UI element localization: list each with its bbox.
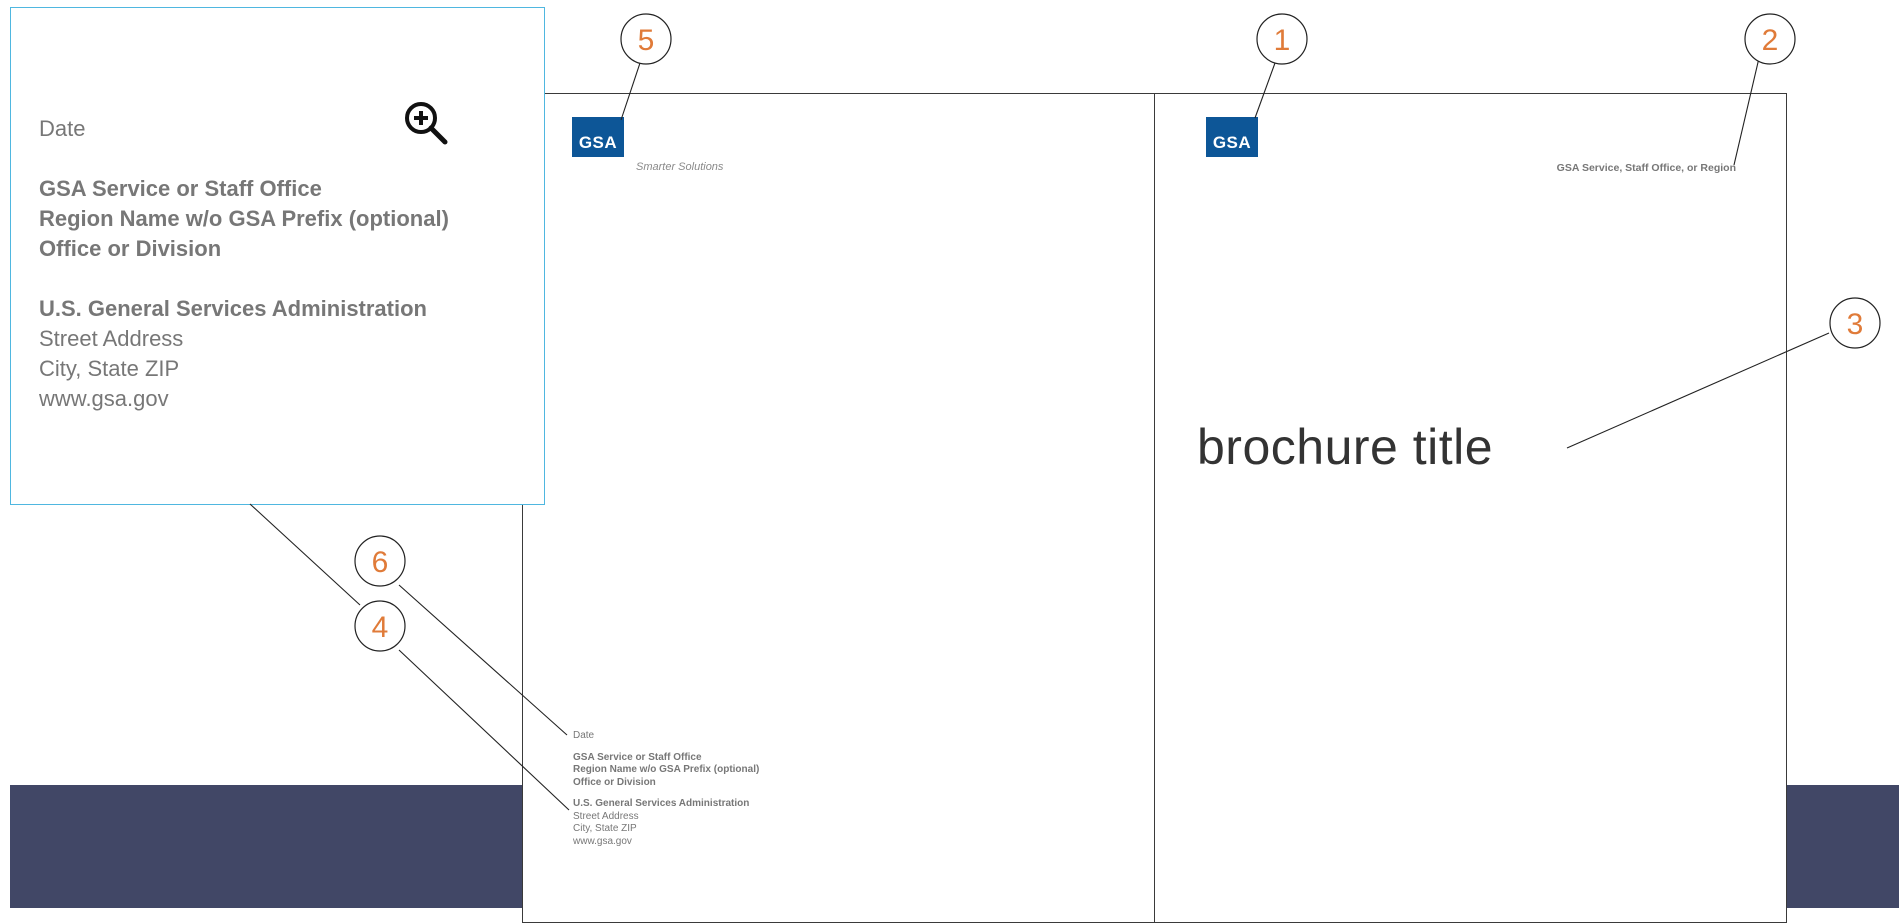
address-city: City, State ZIP bbox=[39, 356, 180, 381]
address-service: GSA Service or Staff Office bbox=[39, 176, 322, 201]
callout-4: 4 bbox=[354, 600, 406, 652]
address-office: Office or Division bbox=[573, 776, 656, 788]
address-date: Date bbox=[39, 116, 86, 141]
gsa-logo: GSA bbox=[572, 117, 624, 157]
address-street: Street Address bbox=[39, 326, 184, 351]
callout-5-number: 5 bbox=[638, 24, 655, 57]
service-label: GSA Service, Staff Office, or Region bbox=[1556, 162, 1736, 174]
address-date: Date bbox=[573, 730, 595, 741]
address-region: Region Name w/o GSA Prefix (optional) bbox=[573, 764, 760, 775]
zoomed-address-panel: Date GSA Service or Staff Office Region … bbox=[10, 7, 545, 505]
address-office: Office or Division bbox=[39, 236, 222, 261]
gsa-logo-text: GSA bbox=[578, 133, 618, 152]
address-block-small: Date GSA Service or Staff Office Region … bbox=[573, 730, 759, 848]
address-web: www.gsa.gov bbox=[573, 835, 632, 847]
callout-6: 6 bbox=[354, 535, 406, 587]
zoom-leader-line bbox=[249, 503, 361, 606]
address-region: Region Name w/o GSA Prefix (optional) bbox=[39, 206, 449, 231]
address-block-large: Date GSA Service or Staff Office Region … bbox=[39, 114, 449, 414]
address-street: Street Address bbox=[573, 810, 639, 822]
brochure-diagram: GSA Smarter Solutions Date GSA Service o… bbox=[0, 0, 1899, 923]
back-panel: GSA Smarter Solutions Date GSA Service o… bbox=[522, 93, 1155, 923]
address-agency: U.S. General Services Administration bbox=[39, 296, 427, 321]
address-agency: U.S. General Services Administration bbox=[573, 798, 750, 809]
address-web: www.gsa.gov bbox=[39, 386, 169, 411]
callout-4-number: 4 bbox=[372, 611, 389, 644]
callout-3-number: 3 bbox=[1847, 308, 1864, 341]
callout-5: 5 bbox=[620, 13, 672, 65]
callout-2: 2 bbox=[1744, 13, 1796, 65]
address-city: City, State ZIP bbox=[573, 823, 637, 834]
callout-2-number: 2 bbox=[1762, 24, 1779, 57]
brochure-title: brochure title bbox=[1197, 419, 1494, 475]
front-panel: GSA GSA Service, Staff Office, or Region… bbox=[1154, 93, 1787, 923]
gsa-logo: GSA bbox=[1206, 117, 1258, 157]
callout-3: 3 bbox=[1829, 297, 1881, 349]
tagline: Smarter Solutions bbox=[636, 161, 724, 173]
callout-1: 1 bbox=[1256, 13, 1308, 65]
address-service: GSA Service or Staff Office bbox=[573, 751, 702, 763]
callout-6-number: 6 bbox=[372, 546, 389, 579]
callout-1-number: 1 bbox=[1274, 24, 1291, 57]
gsa-logo-text: GSA bbox=[1212, 133, 1252, 152]
